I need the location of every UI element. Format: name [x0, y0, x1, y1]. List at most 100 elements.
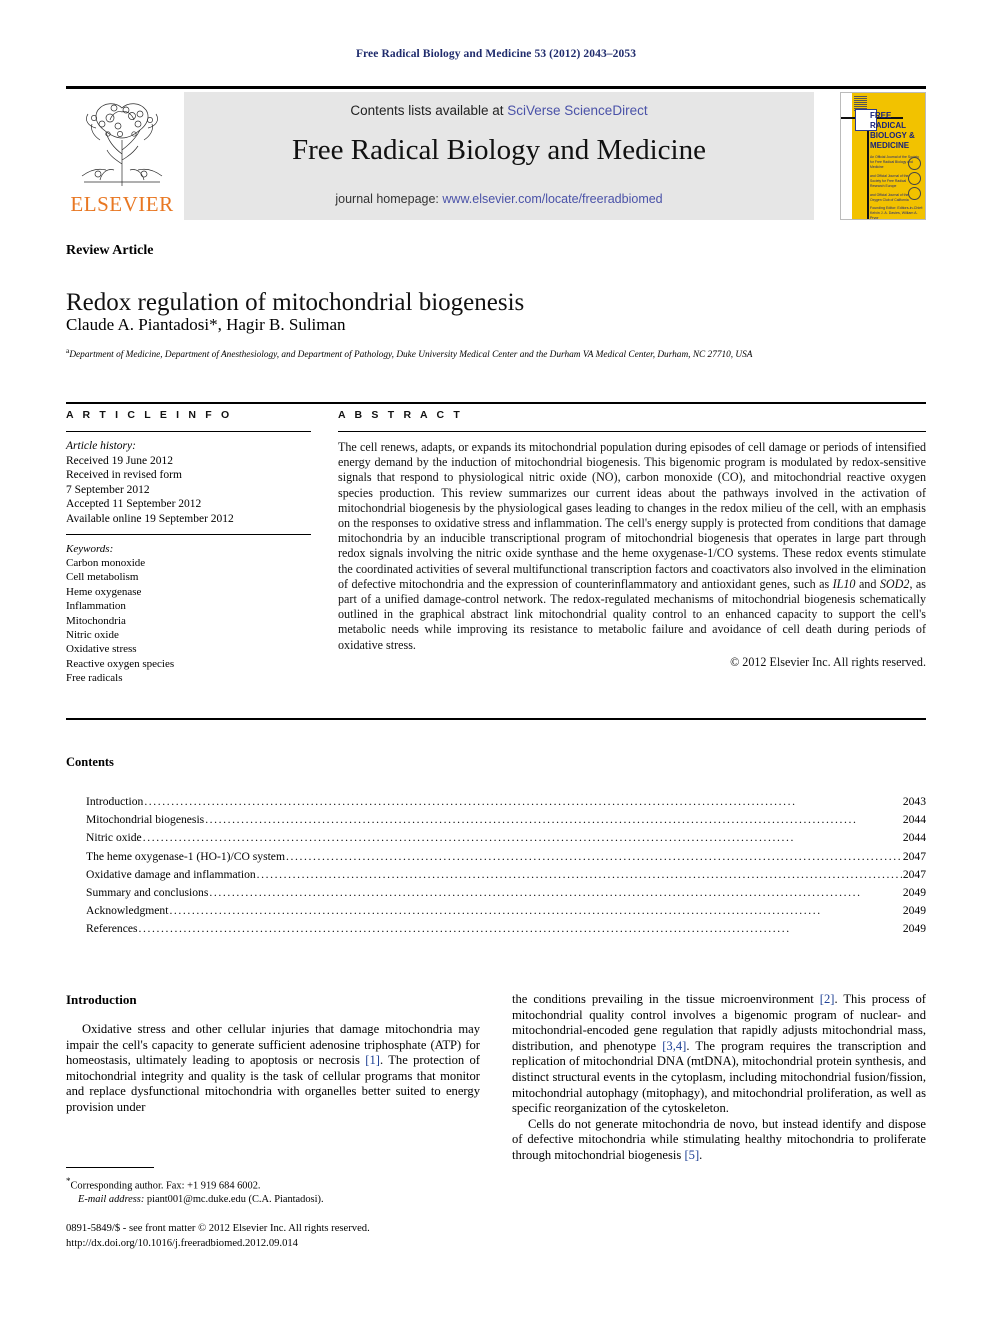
- toc-page: 2047: [902, 867, 926, 881]
- body-left-column: Introduction Oxidative stress and other …: [66, 992, 480, 1116]
- citation-ref[interactable]: [2]: [820, 992, 835, 1006]
- history-line: 7 September 2012: [66, 483, 150, 496]
- email-value[interactable]: piant001@mc.duke.edu (C.A. Piantadosi).: [147, 1194, 324, 1205]
- citation-ref[interactable]: [5]: [684, 1148, 699, 1162]
- keyword-item: Reactive oxygen species: [66, 657, 175, 670]
- masthead-band: Contents lists available at SciVerse Sci…: [184, 92, 814, 220]
- contents-heading: Contents: [66, 755, 114, 769]
- keyword-item: Inflammation: [66, 600, 126, 613]
- cover-title: FREE RADICAL BIOLOGY & MEDICINE: [870, 111, 925, 151]
- email-line: E-mail address: piant001@mc.duke.edu (C.…: [66, 1193, 480, 1207]
- cover-title-line1: FREE: [870, 111, 892, 120]
- corresponding-author-line: *Corresponding author. Fax: +1 919 684 6…: [66, 1174, 480, 1193]
- contents-available-line: Contents lists available at SciVerse Sci…: [184, 103, 814, 118]
- footnote-rule: [66, 1167, 154, 1168]
- toc-label: References: [86, 922, 138, 936]
- abstract-copyright: © 2012 Elsevier Inc. All rights reserved…: [730, 654, 926, 669]
- email-label: E-mail address:: [78, 1194, 145, 1206]
- toc-page: 2047: [902, 849, 926, 863]
- history-line: Available online 19 September 2012: [66, 512, 234, 525]
- homepage-link[interactable]: www.elsevier.com/locate/freeradbiomed: [442, 192, 662, 206]
- article-info-section: A R T I C L E I N F O Article history: R…: [66, 409, 311, 686]
- history-line: Received in revised form: [66, 469, 182, 482]
- toc-page: 2049: [902, 922, 926, 936]
- journal-homepage-line: journal homepage: www.elsevier.com/locat…: [184, 192, 814, 206]
- contents-available-prefix: Contents lists available at: [350, 103, 508, 118]
- keyword-item: Heme oxygenase: [66, 585, 142, 598]
- toc-entry[interactable]: The heme oxygenase-1 (HO-1)/CO system ..…: [86, 848, 926, 866]
- homepage-prefix: journal homepage:: [335, 192, 443, 206]
- history-line: Accepted 11 September 2012: [66, 498, 202, 511]
- toc-leader: ........................................…: [144, 795, 797, 808]
- info-top-rule: [66, 402, 926, 404]
- citation-ref[interactable]: [3,4]: [662, 1039, 686, 1053]
- cover-title-line2: RADICAL: [870, 121, 906, 130]
- article-authors: Claude A. Piantadosi*, Hagir B. Suliman: [66, 315, 346, 334]
- paragraph-text: Cells do not generate mitochondria de no…: [512, 1116, 926, 1162]
- journal-cover-thumbnail[interactable]: FREE RADICAL BIOLOGY & MEDICINE An Offic…: [840, 92, 926, 220]
- toc-page: 2044: [902, 831, 926, 845]
- toc-leader: ........................................…: [209, 886, 862, 900]
- page-title: Redox regulation of mitochondrial biogen…: [66, 288, 525, 316]
- toc-label: Summary and conclusions: [86, 886, 209, 900]
- abstract-section: A B S T R A C T The cell renews, adapts,…: [338, 409, 926, 670]
- toc-entry[interactable]: Introduction ...........................…: [86, 793, 926, 811]
- journal-article-page: Free Radical Biology and Medicine 53 (20…: [0, 0, 992, 1323]
- abstract-italic-il10: IL10: [832, 576, 856, 591]
- toc-entry[interactable]: Mitochondrial biogenesis ...............…: [86, 811, 926, 829]
- toc-label: Oxidative damage and inflammation: [86, 867, 256, 881]
- toc-label: Nitric oxide: [86, 831, 142, 845]
- toc-page: 2049: [902, 904, 926, 918]
- toc-label: The heme oxygenase-1 (HO-1)/CO system: [86, 849, 285, 863]
- cover-society-seal-1-icon: [908, 157, 921, 170]
- toc-entry[interactable]: References .............................…: [86, 920, 926, 938]
- corresponding-author-text: Corresponding author. Fax: +1 919 684 60…: [70, 1180, 261, 1192]
- article-history-block: Article history: Received 19 June 2012 R…: [66, 432, 311, 527]
- toc-entry[interactable]: Nitric oxide ...........................…: [86, 829, 926, 847]
- info-bottom-rule: [66, 718, 926, 720]
- keyword-item: Free radicals: [66, 672, 123, 685]
- toc-entry[interactable]: Acknowledgment .........................…: [86, 902, 926, 920]
- keywords-block: Keywords: Carbon monoxide Cell metabolis…: [66, 535, 311, 686]
- abstract-part-1: The cell renews, adapts, or expands its …: [338, 440, 926, 591]
- elsevier-wordmark: ELSEVIER: [70, 192, 174, 216]
- keyword-item: Mitochondria: [66, 614, 126, 627]
- toc-page: 2049: [902, 886, 926, 900]
- article-history-label: Article history:: [66, 440, 136, 452]
- running-head: Free Radical Biology and Medicine 53 (20…: [355, 48, 637, 60]
- keywords-label: Keywords:: [66, 542, 114, 555]
- toc-entry[interactable]: Oxidative damage and inflammation ......…: [86, 866, 926, 884]
- abstract-italic-sod2: SOD2: [879, 576, 910, 591]
- imprint-block: 0891-5849/$ - see front matter © 2012 El…: [66, 1222, 566, 1251]
- article-affiliation: aDepartment of Medicine, Department of A…: [66, 344, 926, 362]
- elsevier-tree-icon: [74, 94, 170, 190]
- toc-leader: ........................................…: [169, 904, 822, 918]
- cover-society-seal-3-icon: [908, 187, 921, 200]
- keyword-item: Cell metabolism: [66, 571, 139, 584]
- keyword-item: Carbon monoxide: [66, 556, 146, 569]
- introduction-heading: Introduction: [66, 992, 137, 1007]
- toc-page: 2044: [902, 813, 926, 827]
- toc-entry[interactable]: Summary and conclusions ................…: [86, 884, 926, 902]
- cover-white-strip: [841, 93, 852, 219]
- body-paragraph: Cells do not generate mitochondria de no…: [512, 1117, 926, 1164]
- cover-society-seal-2-icon: [908, 172, 921, 185]
- citation-ref[interactable]: [1]: [365, 1053, 380, 1067]
- toc-leader: ........................................…: [205, 813, 858, 827]
- article-info-heading: A R T I C L E I N F O: [66, 409, 233, 421]
- keyword-item: Nitric oxide: [66, 629, 119, 641]
- paragraph-text: .: [699, 1147, 703, 1162]
- paragraph-text: the conditions prevailing in the tissue …: [512, 992, 820, 1006]
- toc-label: Introduction: [86, 795, 144, 808]
- affiliation-text: Department of Medicine, Department of An…: [69, 350, 753, 361]
- toc-label: Mitochondrial biogenesis: [86, 813, 205, 827]
- corresponding-author-footnote: *Corresponding author. Fax: +1 919 684 6…: [66, 1174, 480, 1207]
- abstract-heading: A B S T R A C T: [338, 409, 463, 421]
- doi-line[interactable]: http://dx.doi.org/10.1016/j.freeradbiome…: [66, 1237, 566, 1252]
- toc-leader: ........................................…: [285, 849, 902, 863]
- sciencedirect-link[interactable]: SciVerse ScienceDirect: [507, 103, 647, 118]
- cover-title-line4: MEDICINE: [870, 141, 910, 150]
- history-line: Received 19 June 2012: [66, 454, 173, 467]
- keyword-item: Oxidative stress: [66, 643, 137, 656]
- body-right-column: the conditions prevailing in the tissue …: [512, 992, 926, 1164]
